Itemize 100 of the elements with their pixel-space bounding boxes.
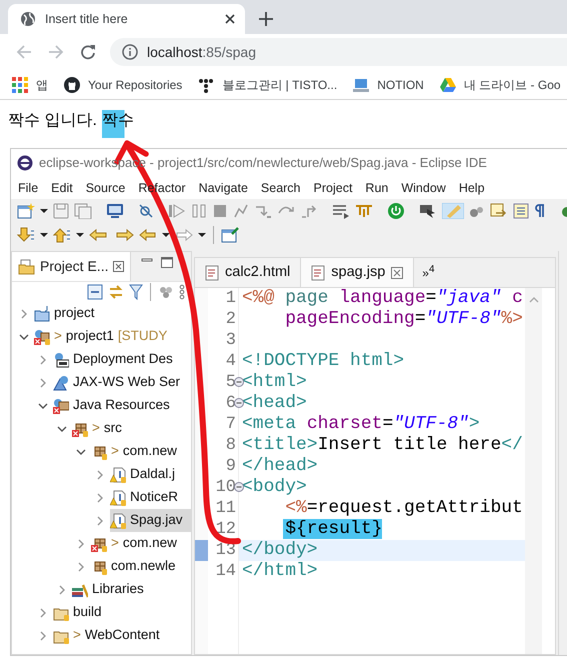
bookmark[interactable]: NOTION (353, 76, 424, 94)
resume-icon[interactable] (168, 203, 186, 219)
view-menu-icon[interactable] (179, 284, 185, 300)
address-bar[interactable]: localhost:85/spag (110, 38, 567, 66)
pin-icon[interactable] (221, 227, 239, 243)
power-icon[interactable] (387, 203, 405, 219)
tree-item[interactable]: project (34, 302, 191, 325)
collapse-all-icon[interactable] (87, 284, 103, 300)
collapsed-chevron-icon[interactable] (95, 470, 105, 480)
fold-icon[interactable] (234, 482, 244, 492)
collapsed-chevron-icon[interactable] (38, 354, 48, 364)
step-return-icon[interactable] (300, 203, 318, 219)
menu-item[interactable]: Search (254, 178, 308, 198)
view-tab[interactable]: Project E... (12, 252, 132, 281)
collapsed-chevron-icon[interactable] (76, 538, 86, 548)
tree-item[interactable]: Libraries (72, 578, 191, 601)
deployment-icon (53, 352, 69, 368)
file-icon (205, 264, 219, 280)
collapsed-chevron-icon[interactable] (38, 378, 48, 388)
tree-item[interactable]: com.newle (91, 555, 191, 578)
collapsed-chevron-icon[interactable] (57, 584, 67, 594)
last-edit-icon[interactable] (89, 227, 109, 243)
menu-item[interactable]: Run (359, 178, 396, 198)
bookmark[interactable]: 앱 (12, 76, 48, 94)
close-icon[interactable] (225, 14, 235, 24)
link-editor-icon[interactable] (108, 284, 124, 300)
menu-item[interactable]: Project (308, 178, 360, 198)
menu-item[interactable]: Navigate (192, 178, 255, 198)
scroll-up-icon[interactable] (528, 296, 538, 303)
new-tab-icon[interactable] (259, 12, 273, 26)
back-arrow-icon[interactable] (139, 227, 157, 243)
menu-item[interactable]: Edit (45, 178, 80, 198)
disconnect-icon[interactable] (233, 203, 249, 219)
line-number: 2 (226, 309, 236, 330)
bookmark[interactable]: Your Repositories (64, 76, 182, 94)
reload-icon[interactable] (80, 44, 96, 60)
new-file-icon[interactable] (17, 203, 35, 219)
tree-item[interactable]: Daldal.j (110, 463, 191, 486)
tree-item[interactable]: JAX-WS Web Ser (53, 371, 191, 394)
tree-item[interactable]: > WebContent (53, 624, 191, 647)
bookmark[interactable]: 내 드라이브 - Goo (440, 76, 561, 94)
step-filter-icon[interactable] (332, 203, 350, 219)
skip-breakpoints-icon[interactable] (138, 203, 154, 219)
pilcrow-icon[interactable] (534, 203, 546, 219)
laptop-icon (353, 76, 370, 92)
menu-item[interactable]: File (12, 178, 46, 198)
tree-item[interactable]: > com.new (91, 532, 191, 555)
code-line: <head> (241, 393, 308, 414)
expanded-chevron-icon[interactable] (38, 400, 48, 410)
tree-item[interactable]: Java Resources (53, 394, 191, 417)
collapsed-chevron-icon[interactable] (38, 608, 48, 618)
code-line: <%@ page language="java" c (241, 288, 524, 309)
collapsed-chevron-icon[interactable] (95, 516, 105, 526)
collapsed-chevron-icon[interactable] (38, 630, 48, 640)
maximize-icon[interactable] (161, 256, 174, 268)
save-icon[interactable] (53, 203, 69, 219)
filter-icon[interactable] (129, 284, 143, 300)
save-all-icon[interactable] (74, 203, 92, 219)
forward-arrow-icon[interactable] (175, 227, 193, 243)
expanded-chevron-icon[interactable] (19, 332, 29, 342)
tree-item[interactable]: NoticeR (110, 486, 191, 509)
tree-item[interactable]: > src (72, 417, 191, 440)
line-number: 14 (216, 561, 236, 582)
tree-item[interactable]: Spag.jav (110, 509, 191, 532)
code-line: <html> (241, 372, 308, 393)
menu-item[interactable]: Help (452, 178, 492, 198)
monitor-icon[interactable] (106, 203, 124, 219)
tree-item[interactable]: > project1 [STUDY (34, 325, 191, 348)
close-icon[interactable] (113, 261, 124, 272)
document-icon[interactable] (513, 203, 529, 219)
tree-item[interactable]: Deployment Des (53, 348, 191, 371)
tree-item[interactable]: build (53, 601, 191, 624)
java-file-icon (110, 466, 126, 482)
stop-icon[interactable] (212, 203, 228, 219)
info-icon (122, 44, 138, 60)
expanded-chevron-icon[interactable] (76, 446, 86, 456)
collapsed-chevron-icon[interactable] (95, 492, 105, 502)
previous-annotation-icon[interactable] (53, 227, 71, 243)
group-icon[interactable] (158, 284, 174, 300)
fold-icon[interactable] (234, 398, 244, 408)
editor-switch-icon[interactable] (490, 203, 508, 219)
collapsed-chevron-icon[interactable] (19, 308, 29, 318)
package-icon (91, 536, 107, 552)
code-line: pageEncoding="UTF-8"%> (284, 309, 524, 330)
triangle-logo-icon (440, 76, 456, 92)
bookmark[interactable]: 블로그관리 | TISTO... (198, 76, 338, 94)
fold-icon[interactable] (234, 377, 244, 387)
expanded-chevron-icon[interactable] (57, 424, 67, 434)
next-edit-icon[interactable] (114, 227, 134, 243)
pause-icon[interactable] (191, 203, 207, 219)
menu-item[interactable]: Source (80, 178, 132, 198)
project-folder-icon (34, 306, 50, 322)
collapsed-chevron-icon[interactable] (76, 562, 86, 572)
tree-item[interactable]: > com.new (91, 440, 191, 463)
menu-item[interactable]: Window (395, 178, 453, 198)
line-number: 12 (216, 519, 236, 540)
editor-tab[interactable]: spag.jsp (301, 258, 414, 287)
next-annotation-icon[interactable] (17, 227, 35, 243)
browser-tab[interactable]: Insert title here (8, 4, 245, 34)
line-number: 7 (226, 414, 236, 435)
